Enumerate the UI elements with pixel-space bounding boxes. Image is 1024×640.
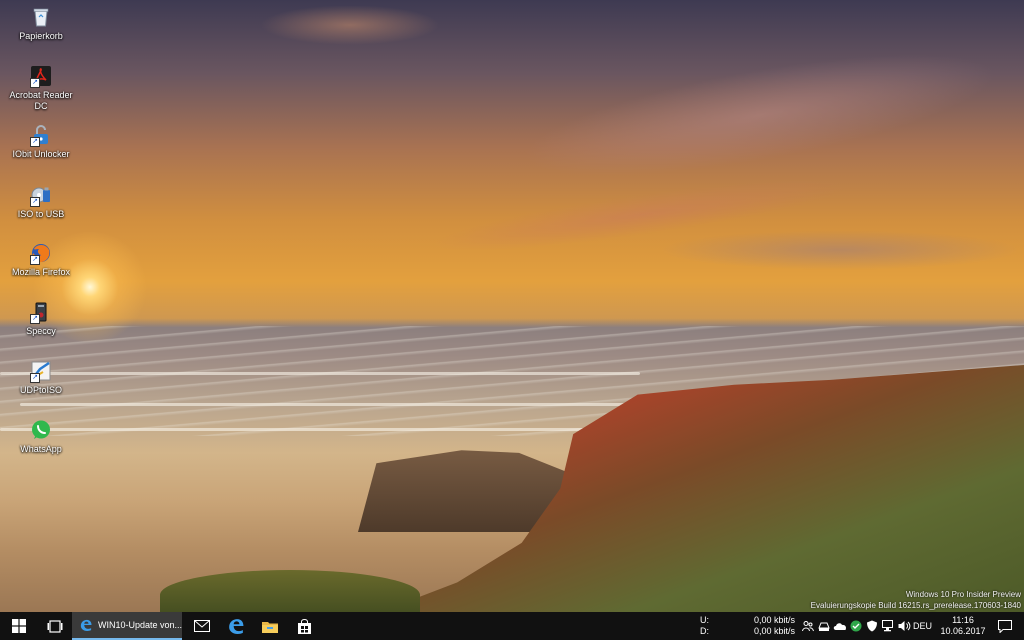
clock-time: 11:16 [952, 615, 974, 625]
udptoiso-icon: ↗ [30, 360, 52, 383]
taskbar: WIN10-Update von... U: 0,00 kbit/s D: 0,00… [0, 612, 1024, 640]
input-language[interactable]: DEU [913, 612, 932, 640]
desktop-icon-label: Acrobat Reader DC [9, 90, 73, 111]
notification-icon [998, 619, 1012, 633]
shortcut-arrow-icon: ↗ [30, 373, 40, 383]
desktop-icon-label: ISO to USB [17, 209, 65, 219]
shortcut-arrow-icon: ↗ [30, 255, 40, 265]
whatsapp-icon [30, 419, 52, 441]
desktop-icon-udptoiso[interactable]: ↗ UDPtoISO [2, 360, 80, 396]
build-watermark: Windows 10 Pro Insider Preview Evaluieru… [811, 589, 1021, 611]
system-tray [800, 612, 912, 640]
wallpaper-wave [20, 403, 660, 406]
taskbar-pin-mail[interactable] [185, 612, 219, 640]
desktop-icon-iso-to-usb[interactable]: ↗ ISO to USB [2, 184, 80, 220]
desktop-icon-speccy[interactable]: ↗ Speccy [2, 301, 80, 337]
unlocker-icon: ↗ [30, 124, 52, 147]
edge-icon [80, 619, 92, 631]
shield-icon[interactable] [848, 612, 864, 640]
desktop-icon-firefox[interactable]: ↗ Mozilla Firefox [2, 242, 80, 278]
shortcut-arrow-icon: ↗ [30, 197, 40, 207]
shortcut-arrow-icon: ↗ [30, 78, 40, 88]
clock[interactable]: 11:16 10.06.2017 [938, 615, 988, 637]
desktop-icon-label: WhatsApp [20, 444, 62, 454]
iso-usb-icon: ↗ [30, 184, 52, 207]
wallpaper-wave [0, 428, 620, 431]
desktop-wallpaper: Papierkorb ↗ Acrobat Reader DC ↗ IObit U… [0, 0, 1024, 612]
wallpaper-cloud [660, 230, 1020, 270]
network-speed-meter: U: 0,00 kbit/s D: 0,00 kbit/s [700, 615, 795, 637]
taskbar-pin-edge[interactable] [219, 612, 253, 640]
shortcut-arrow-icon: ↗ [30, 314, 40, 324]
speccy-icon: ↗ [30, 301, 52, 324]
desktop-icon-label: UDPtoISO [19, 385, 62, 395]
wallpaper-hill [160, 570, 420, 612]
download-value: 0,00 kbit/s [753, 626, 795, 636]
mail-icon [194, 620, 210, 632]
start-button[interactable] [0, 612, 38, 640]
wallpaper-cloud [260, 5, 440, 45]
action-center-button[interactable] [990, 612, 1020, 640]
security-icon[interactable] [864, 612, 880, 640]
edge-icon [229, 619, 244, 634]
taskbar-pin-store[interactable] [287, 612, 321, 640]
upload-value: 0,00 kbit/s [753, 615, 795, 625]
desktop-icon-label: Speccy [26, 326, 56, 336]
network-icon[interactable] [880, 612, 896, 640]
shortcut-arrow-icon: ↗ [30, 137, 40, 147]
desktop-icon-acrobat[interactable]: ↗ Acrobat Reader DC [2, 65, 80, 112]
desktop-icon-recycle-bin[interactable]: Papierkorb [2, 6, 80, 42]
desktop-icon-label: Mozilla Firefox [11, 267, 70, 277]
onedrive-icon[interactable] [832, 612, 848, 640]
firefox-icon: ↗ [30, 242, 52, 265]
taskbar-app-edge-window[interactable]: WIN10-Update von... [72, 612, 182, 640]
taskbar-pin-file-explorer[interactable] [253, 612, 287, 640]
wallpaper-cloud [515, 29, 1005, 201]
download-label: D: [700, 626, 709, 636]
recycle-bin-icon [30, 6, 52, 28]
file-explorer-icon [262, 621, 278, 633]
windows-logo-icon [12, 619, 26, 633]
desktop-icon-whatsapp[interactable]: WhatsApp [2, 419, 80, 455]
watermark-edition: Windows 10 Pro Insider Preview [905, 590, 1021, 599]
task-view-icon [47, 619, 63, 633]
watermark-build: Evaluierungskopie Build 16215.rs_prerele… [810, 601, 1021, 610]
clock-date: 10.06.2017 [940, 626, 986, 636]
task-view-button[interactable] [38, 612, 72, 640]
people-icon[interactable] [800, 612, 816, 640]
upload-label: U: [700, 615, 709, 625]
wallpaper-wave [0, 372, 640, 375]
desktop-icon-iobit-unlocker[interactable]: ↗ IObit Unlocker [2, 124, 80, 160]
taskbar-app-title: WIN10-Update von... [97, 620, 182, 630]
volume-icon[interactable] [896, 612, 912, 640]
drive-icon[interactable] [816, 612, 832, 640]
desktop-icon-label: IObit Unlocker [12, 149, 70, 159]
store-icon [297, 618, 311, 634]
desktop-icon-label: Papierkorb [19, 31, 63, 41]
acrobat-icon: ↗ [30, 65, 52, 88]
